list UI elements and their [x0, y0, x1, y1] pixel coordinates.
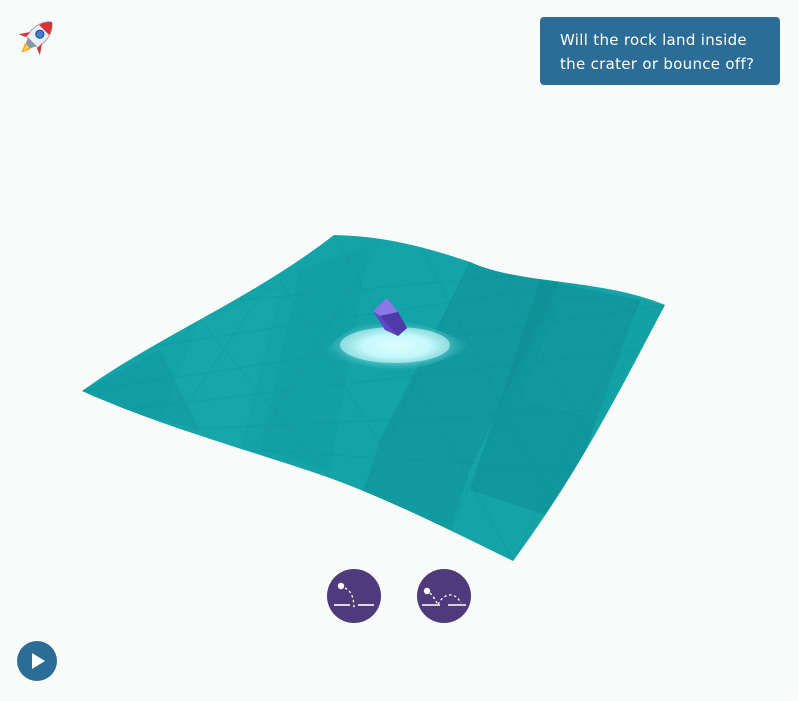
- simulation-stage: Will the rock land inside the crater or …: [0, 0, 798, 701]
- bounce-off-button[interactable]: [417, 569, 471, 623]
- land-inside-button[interactable]: [327, 569, 381, 623]
- question-line-2: the crater or bounce off?: [560, 55, 755, 73]
- terrain-surface: [82, 235, 665, 561]
- question-prompt: Will the rock land inside the crater or …: [540, 17, 780, 85]
- rocket-icon: [14, 14, 60, 60]
- play-icon: [32, 653, 45, 669]
- rock-land-trajectory-icon: [334, 582, 374, 610]
- play-button[interactable]: [17, 641, 57, 681]
- question-line-1: Will the rock land inside: [560, 31, 747, 49]
- rock-bounce-trajectory-icon: [422, 587, 466, 607]
- terrain-scene: [82, 235, 665, 561]
